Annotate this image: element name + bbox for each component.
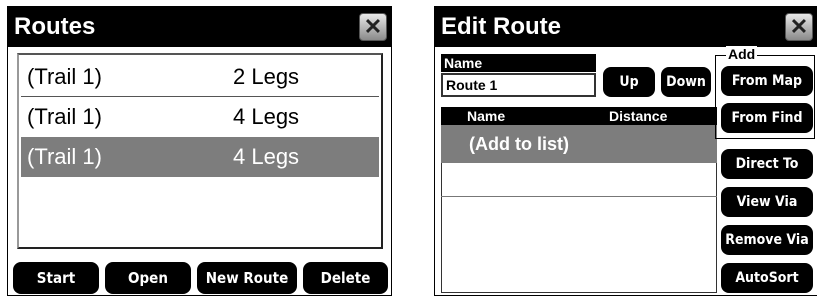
new-route-button[interactable]: New Route (197, 262, 297, 294)
route-name: (Trail 1) (27, 64, 102, 89)
up-button[interactable]: Up (603, 67, 655, 97)
route-row-1[interactable]: (Trail 1) 2 Legs (21, 57, 379, 97)
edit-route-dialog: Edit Route ✕ Name Route 1 Up Down Name D… (434, 6, 817, 296)
routes-title-bar: Routes ✕ (8, 7, 391, 47)
route-legs: 4 Legs (233, 144, 300, 169)
route-legs: 2 Legs (233, 64, 300, 89)
edit-route-title: Edit Route (441, 13, 561, 40)
route-row-3[interactable]: (Trail 1) 4 Legs (21, 137, 379, 177)
routes-dialog: Routes ✕ (Trail 1) 2 Legs (Trail 1) 4 Le… (7, 6, 392, 296)
start-button[interactable]: Start (13, 262, 99, 294)
remove-via-button[interactable]: Remove Via (721, 225, 813, 255)
from-map-button[interactable]: From Map (721, 66, 813, 96)
edit-route-title-bar: Edit Route ✕ (435, 7, 817, 47)
route-name: (Trail 1) (27, 104, 102, 129)
route-legs: 4 Legs (233, 104, 300, 129)
distance-column-header: Distance (609, 107, 668, 125)
add-to-list-row[interactable]: (Add to list) (441, 125, 717, 163)
open-button[interactable]: Open (105, 262, 191, 294)
close-icon[interactable]: ✕ (359, 13, 387, 41)
routes-list[interactable]: (Trail 1) 2 Legs (Trail 1) 4 Legs (Trail… (17, 53, 383, 249)
name-column-header: Name (467, 107, 506, 125)
delete-button[interactable]: Delete (303, 262, 388, 294)
name-field-label: Name (441, 54, 596, 72)
close-icon[interactable]: ✕ (785, 13, 813, 41)
route-name: (Trail 1) (27, 144, 102, 169)
add-group-label: Add (726, 46, 758, 62)
direct-to-button[interactable]: Direct To (721, 149, 813, 179)
route-name-input[interactable]: Route 1 (441, 73, 596, 97)
autosort-button[interactable]: AutoSort (721, 263, 813, 293)
add-to-list-label: (Add to list) (469, 134, 569, 154)
route-row-2[interactable]: (Trail 1) 4 Legs (21, 97, 379, 137)
routes-title: Routes (14, 13, 96, 40)
down-button[interactable]: Down (661, 67, 711, 97)
from-find-button[interactable]: From Find (721, 103, 813, 133)
list-divider (441, 196, 717, 197)
view-via-button[interactable]: View Via (721, 187, 813, 217)
